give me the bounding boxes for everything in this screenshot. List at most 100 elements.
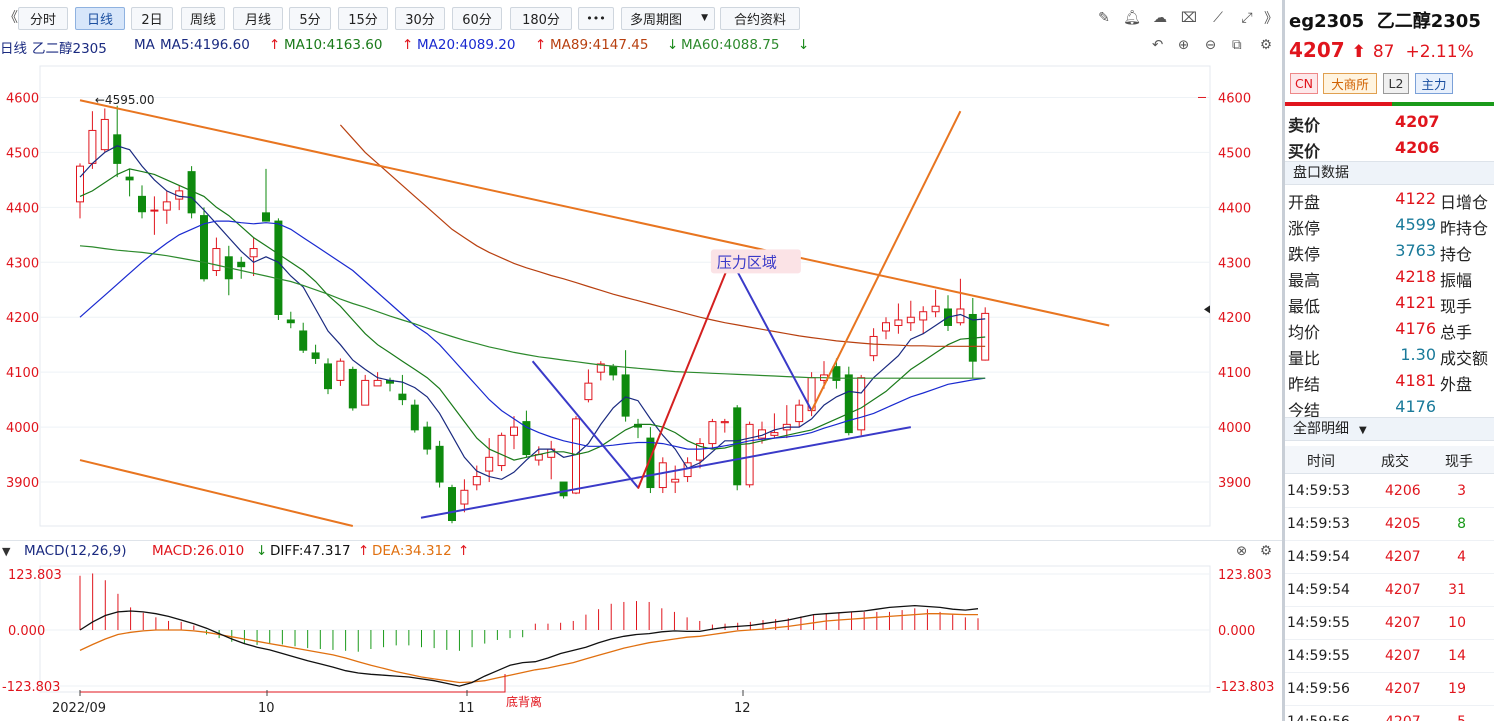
- trade-row: 14:59:54 4207 4: [1285, 541, 1494, 574]
- y-tick-label-right: 4500: [1218, 146, 1251, 161]
- max-price-annotation: ←4595.00: [95, 93, 155, 107]
- x-tick-label: 12: [734, 701, 751, 716]
- contract-info-button[interactable]: 合约资料: [720, 7, 800, 30]
- trade-volume: 14: [1448, 648, 1466, 664]
- trade-price: 4207: [1385, 549, 1421, 565]
- quote-key-2: 总手: [1440, 323, 1473, 342]
- quote-key-2: 振幅: [1440, 271, 1473, 290]
- period-label: 日线: [0, 41, 27, 57]
- candle-body: [869, 335, 878, 357]
- candle-body: [311, 352, 320, 359]
- pressure-zone-label: 压力区域: [717, 253, 777, 271]
- trade-time: 14:59:55: [1287, 648, 1350, 664]
- candle-body: [100, 118, 109, 151]
- candle-body: [398, 393, 407, 401]
- collapse-icon[interactable]: ▼: [2, 545, 10, 558]
- down-arrow-icon: ↓: [667, 37, 679, 53]
- trade-time: 14:59:53: [1287, 483, 1350, 499]
- period-button[interactable]: 15分: [338, 7, 388, 30]
- settings-icon[interactable]: ⚙: [1260, 543, 1272, 559]
- ma89-value: MA89:4147.45: [550, 37, 649, 53]
- quote-row: 均价 4176 总手: [1285, 316, 1494, 342]
- badge-cn[interactable]: CN: [1290, 73, 1318, 94]
- period-button[interactable]: 月线: [233, 7, 283, 30]
- candle-body: [795, 404, 804, 423]
- y-tick-label: 4200: [6, 311, 39, 326]
- quote-section-header[interactable]: 盘口数据: [1285, 161, 1494, 185]
- copy-icon[interactable]: ⧉: [1232, 37, 1242, 53]
- trade-row: 14:59:55 4207 10: [1285, 607, 1494, 640]
- sell-label: 卖价: [1288, 116, 1321, 135]
- dea-line: [79, 613, 978, 684]
- period-button[interactable]: 5分: [289, 7, 331, 30]
- candle-body: [448, 487, 456, 522]
- period-button[interactable]: 分时: [18, 7, 68, 30]
- quote-value: 4176: [1395, 397, 1436, 416]
- close-icon[interactable]: ⊗: [1236, 543, 1247, 559]
- ma60-value: MA60:4088.75: [681, 37, 780, 53]
- y-tick-label: 4100: [6, 366, 39, 381]
- y-tick-label-right: 3900: [1218, 476, 1251, 491]
- settings-icon[interactable]: ⚙: [1260, 37, 1272, 53]
- trend-line: [79, 459, 354, 527]
- quote-row: 昨结 4181 外盘: [1285, 368, 1494, 394]
- candle-body: [472, 476, 481, 486]
- macd-tick-label: 123.803: [8, 568, 62, 583]
- macd-tick-label-right: -123.803: [1216, 680, 1274, 695]
- ma-label: MA: [134, 37, 155, 53]
- buy-row: 买价 4206: [1285, 136, 1494, 162]
- quote-value: 4121: [1395, 293, 1436, 312]
- cloud-icon[interactable]: ☁: [1151, 9, 1169, 27]
- symbol-name: 乙二醇2305: [1376, 11, 1481, 32]
- macd-frame: [39, 565, 1211, 693]
- macd-chart[interactable]: 123.803 123.803 0.000 0.000 -123.803 -123.803…: [0, 562, 1282, 721]
- plot-frame: [39, 65, 1211, 527]
- undo-icon[interactable]: ↶: [1152, 37, 1163, 53]
- detail-table-header: 时间 成交 现手: [1285, 446, 1494, 474]
- up-arrow-icon: ↑: [358, 543, 370, 559]
- macd-tick-label: -123.803: [2, 680, 60, 695]
- zoom-out-icon[interactable]: ⊖: [1205, 37, 1216, 53]
- ruler-icon[interactable]: ⟋: [1209, 9, 1227, 27]
- period-button[interactable]: 2日: [131, 7, 173, 30]
- candle-body: [88, 129, 97, 164]
- macd-legend: ▼ MACD(12,26,9) MACD:26.010 ↓ DIFF:47.31…: [0, 540, 1282, 562]
- zoom-in-icon[interactable]: ⊕: [1178, 37, 1189, 53]
- period-button[interactable]: 30分: [395, 7, 445, 30]
- candle-body: [906, 316, 915, 324]
- symbol-title: eg2305 乙二醇2305: [1289, 7, 1481, 33]
- badge-l2[interactable]: L2: [1383, 73, 1409, 94]
- double-chevron-right-icon[interactable]: 》: [1262, 9, 1280, 27]
- quote-value: 4122: [1395, 189, 1436, 208]
- candle-body: [348, 368, 357, 409]
- badge-exchange[interactable]: 大商所: [1323, 73, 1377, 94]
- candlestick-chart[interactable]: 4600 4600 4500 4500 4400 4400 4300 4300 4200 4200…: [0, 56, 1282, 540]
- period-button[interactable]: 60分: [452, 7, 502, 30]
- quote-key: 涨停: [1288, 219, 1321, 238]
- more-button[interactable]: •••: [578, 7, 614, 30]
- pencil-icon[interactable]: ✎: [1095, 9, 1113, 27]
- camera-icon[interactable]: ⌧: [1180, 9, 1198, 27]
- detail-section-header[interactable]: 全部明细 ▼: [1285, 417, 1494, 441]
- period-button[interactable]: 180分: [510, 7, 572, 30]
- badge-main[interactable]: 主力: [1415, 73, 1453, 94]
- ma20-value: MA20:4089.20: [417, 37, 516, 53]
- divergence-bracket: [79, 674, 506, 693]
- trade-row: 14:59:53 4205 8: [1285, 508, 1494, 541]
- period-button[interactable]: 日线: [75, 7, 125, 30]
- quote-key: 最低: [1288, 297, 1321, 316]
- candle-body: [113, 134, 122, 164]
- trade-time: 14:59:56: [1287, 681, 1350, 697]
- quote-value: 3763: [1395, 241, 1436, 260]
- candle-body: [720, 421, 729, 424]
- period-button[interactable]: 周线: [181, 7, 225, 30]
- trade-price: 4207: [1385, 714, 1421, 721]
- trade-time: 14:59:53: [1287, 516, 1350, 532]
- bell-icon[interactable]: 🔔︎: [1123, 9, 1141, 27]
- multi-period-label: 多周期图: [630, 13, 683, 28]
- sell-price: 4207: [1395, 112, 1440, 131]
- quote-key-2: 现手: [1440, 297, 1473, 316]
- multi-period-button[interactable]: 多周期图 ▼: [621, 7, 715, 30]
- quote-row: 开盘 4122 日增仓: [1285, 186, 1494, 212]
- fullscreen-icon[interactable]: ⤢: [1238, 9, 1256, 27]
